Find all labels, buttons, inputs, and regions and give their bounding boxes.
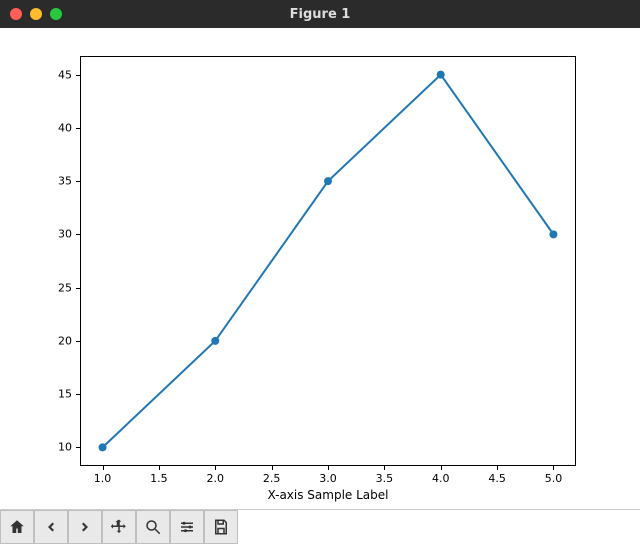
- maximize-icon[interactable]: [50, 8, 62, 20]
- x-tick-label: 4.0: [432, 472, 450, 485]
- data-point: [324, 177, 332, 185]
- x-tick-label: 2.5: [263, 472, 281, 485]
- home-button[interactable]: [0, 510, 34, 544]
- x-axis-label: X-axis Sample Label: [80, 488, 576, 502]
- zoom-button[interactable]: [136, 510, 170, 544]
- arrow-right-icon: [76, 518, 94, 536]
- y-tick-label: 35: [58, 175, 72, 188]
- minimize-icon[interactable]: [30, 8, 42, 20]
- y-tick-label: 30: [58, 228, 72, 241]
- x-tick-label: 3.0: [319, 472, 337, 485]
- move-icon: [110, 518, 128, 536]
- x-tick-label: 5.0: [545, 472, 563, 485]
- window-title: Figure 1: [0, 7, 640, 22]
- back-button[interactable]: [34, 510, 68, 544]
- matplotlib-toolbar: [0, 509, 640, 544]
- data-point: [549, 230, 557, 238]
- figure-window: Figure 1 X-axis Sample Label 1.0 1.5 2.0 2.…: [0, 0, 640, 544]
- forward-button[interactable]: [68, 510, 102, 544]
- data-point: [211, 337, 219, 345]
- home-icon: [8, 518, 26, 536]
- y-tick-label: 45: [58, 68, 72, 81]
- y-tick-label: 10: [58, 441, 72, 454]
- close-icon[interactable]: [10, 8, 22, 20]
- x-tick-label: 4.5: [488, 472, 506, 485]
- x-tick-label: 2.0: [207, 472, 225, 485]
- titlebar: Figure 1: [0, 0, 640, 28]
- figure-canvas: X-axis Sample Label 1.0 1.5 2.0 2.5 3.0 3.5 4.…: [0, 28, 640, 509]
- window-controls: [10, 8, 62, 20]
- line-plot: [0, 28, 640, 510]
- arrow-left-icon: [42, 518, 60, 536]
- data-point: [99, 443, 107, 451]
- save-button[interactable]: [204, 510, 238, 544]
- x-tick-label: 1.0: [94, 472, 112, 485]
- y-tick-label: 25: [58, 281, 72, 294]
- y-tick-label: 40: [58, 121, 72, 134]
- x-tick-label: 3.5: [376, 472, 394, 485]
- sliders-icon: [178, 518, 196, 536]
- save-icon: [212, 518, 230, 536]
- y-tick-label: 15: [58, 388, 72, 401]
- x-tick-label: 1.5: [150, 472, 168, 485]
- y-tick-label: 20: [58, 334, 72, 347]
- zoom-icon: [144, 518, 162, 536]
- configure-button[interactable]: [170, 510, 204, 544]
- data-point: [437, 71, 445, 79]
- pan-button[interactable]: [102, 510, 136, 544]
